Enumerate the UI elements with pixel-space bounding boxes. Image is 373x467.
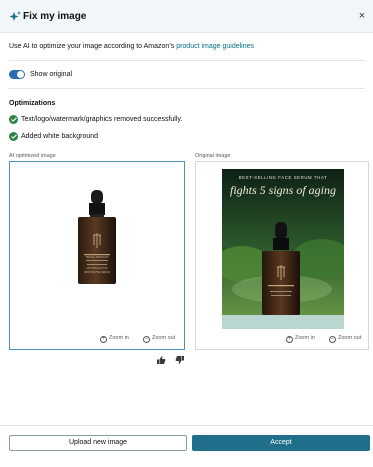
modal-header: Fix my image × [0,0,373,33]
ai-image-panel[interactable]: TRAVEL PRODUCT MULTIPLE ACTIVE RESTORATI… [9,161,185,350]
toggle-knob [17,71,24,78]
zoom-in-label: Zoom in [295,335,315,341]
zoom-in-icon: + [100,336,107,343]
zoom-out-button[interactable]: − Zoom out [143,333,175,343]
zoom-out-icon: − [143,336,150,343]
banner-large-text: fights 5 signs of aging [230,183,336,197]
serum-bottle-image: TRAVEL PRODUCT MULTIPLE ACTIVE RESTORATI… [78,190,116,284]
zoom-in-button[interactable]: + Zoom in [100,333,129,343]
zoom-out-button[interactable]: − Zoom out [329,333,361,343]
banner-small-text: BEST-SELLING FACE SERUM THAT [239,175,328,180]
optimization-text: Text/logo/watermark/graphics removed suc… [21,116,183,123]
bottle-brand-text: TRAVEL PRODUCT [85,255,109,259]
original-image-panel[interactable]: BEST-SELLING FACE SERUM THAT fights 5 si… [195,161,369,350]
zoom-in-icon: + [286,336,293,343]
check-circle-icon [9,115,18,124]
show-original-toggle[interactable] [9,70,25,79]
toggle-label: Show original [30,71,73,78]
zoom-out-label: Zoom out [152,335,176,341]
thumbs-up-icon[interactable] [156,355,166,365]
divider [9,60,365,61]
close-icon[interactable]: × [357,10,367,22]
fix-image-modal: Fix my image × Use AI to optimize your i… [0,0,373,467]
zoom-out-label: Zoom out [338,335,362,341]
check-circle-icon [9,132,18,141]
sparkle-icon [9,11,21,21]
intro-description: Use AI to optimize your image according … [9,43,177,50]
upload-new-image-button[interactable]: Upload new image [9,435,187,451]
zoom-in-button[interactable]: + Zoom in [286,333,315,343]
optimizations-title: Optimizations [9,100,56,107]
original-image-label: Original image [195,153,231,159]
divider [9,88,365,89]
original-product-image: BEST-SELLING FACE SERUM THAT fights 5 si… [222,169,344,329]
thumbs-down-icon[interactable] [175,355,185,365]
ai-image-label: AI optimized image [9,153,56,159]
accept-button[interactable]: Accept [192,435,370,451]
intro-text: Use AI to optimize your image according … [9,42,254,52]
optimization-text: Added white background [21,133,99,140]
modal-title: Fix my image [23,11,87,22]
guidelines-link[interactable]: product image guidelines [176,43,254,50]
bottle-line2-text: RESTORATIVE SERUM [84,271,110,274]
footer-divider [0,425,373,426]
zoom-out-icon: − [329,336,336,343]
zoom-in-label: Zoom in [109,335,129,341]
bottle-line1-text: MULTIPLE ACTIVE [87,267,108,270]
